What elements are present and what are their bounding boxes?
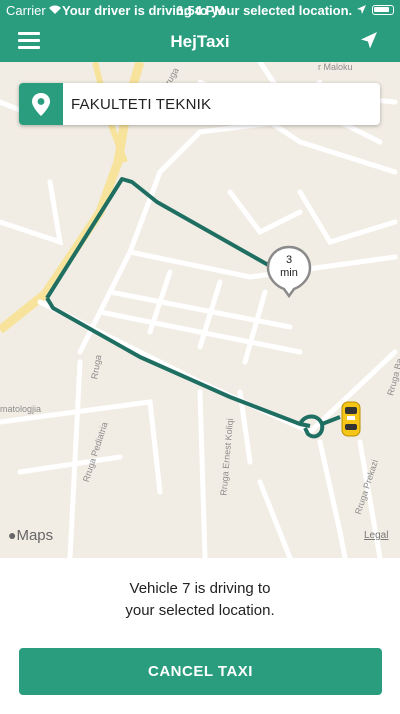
ride-status-text: Vehicle 7 is driving to your selected lo… [125,580,275,619]
location-pin-icon [19,83,63,125]
destination-field[interactable]: FAKULTETI TEKNIK [19,83,380,125]
clock: 6:54 PM [176,3,226,18]
street-label: r Maloku [318,62,353,72]
eta-unit: min [280,267,298,279]
wifi-icon [49,5,61,14]
destination-text: FAKULTETI TEKNIK [71,96,212,113]
navigation-arrow-icon [361,32,377,49]
navigation-button[interactable] [356,28,382,54]
eta-value: 3 [285,254,293,266]
taxi-car-icon [341,401,361,437]
map-view[interactable]: Rruga Rruga Pediatria Rruga Ernest Koliq… [0,62,400,558]
eta-label: 3 min [265,254,313,280]
cancel-taxi-button[interactable]: CANCEL TAXI [19,648,382,695]
app-title: HejTaxi [170,32,230,51]
legal-link[interactable]: Legal [364,530,388,541]
maps-attribution: ●Maps [8,527,54,544]
location-services-icon [357,5,366,14]
battery-icon [372,5,394,15]
carrier-label: Carrier [6,3,46,18]
top-nav-bar: HejTaxi [0,20,400,62]
map-roads [0,62,398,558]
status-bar: Carrier Your driver is driving to your s… [0,0,400,20]
street-label: matologjia [0,404,42,414]
